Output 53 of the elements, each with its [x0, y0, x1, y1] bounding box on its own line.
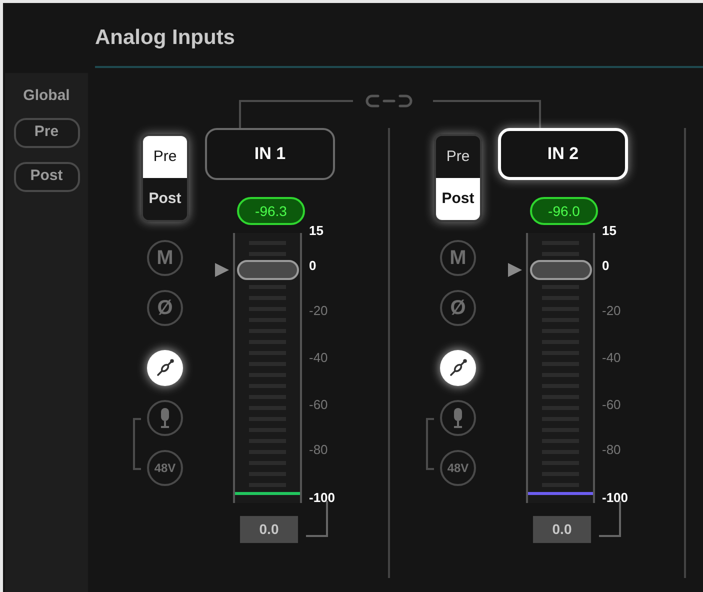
panel-title: Analog Inputs [95, 25, 236, 51]
fader-track[interactable] [526, 233, 595, 503]
fader-track[interactable] [233, 233, 302, 503]
scale-label: 15 [309, 224, 324, 238]
peak-reading: -96.0 [530, 197, 598, 225]
plug-button[interactable] [147, 350, 183, 386]
tap-toggle[interactable]: Pre Post [434, 134, 482, 222]
fader-thumb[interactable] [530, 260, 592, 280]
pointer-icon [508, 263, 522, 278]
scale-label: -60 [602, 398, 621, 412]
global-tap-button[interactable]: Post [14, 162, 80, 192]
leader-line [599, 501, 621, 537]
tap-option[interactable]: Post [436, 178, 480, 220]
scale-label: 15 [602, 224, 616, 238]
link-icon[interactable] [366, 94, 412, 108]
gain-value-field[interactable]: 0.0 [240, 516, 298, 543]
peak-reading: -96.3 [237, 197, 305, 225]
scale-label: -40 [602, 351, 621, 365]
phase-button[interactable]: Ø [147, 290, 183, 326]
channel-name-button[interactable]: IN 2 [498, 128, 628, 180]
bracket-line [133, 418, 141, 470]
mic-button[interactable] [440, 400, 476, 436]
scale-label: 0 [602, 259, 610, 273]
scale-label: -100 [309, 491, 336, 505]
plug-icon [448, 358, 468, 378]
tap-option[interactable]: Pre [143, 136, 187, 178]
pointer-icon [215, 263, 229, 278]
fader-thumb[interactable] [237, 260, 299, 280]
tap-toggle[interactable]: Pre Post [141, 134, 189, 222]
global-tap-button[interactable]: Pre [14, 118, 80, 148]
plug-icon [155, 358, 175, 378]
mic-button[interactable] [147, 400, 183, 436]
scale-label: -100 [602, 491, 628, 505]
scale-label: 0 [309, 259, 316, 273]
scale-label: -20 [309, 304, 328, 318]
scale-label: -60 [309, 398, 328, 412]
phase-button[interactable]: Ø [440, 290, 476, 326]
channel-name-button[interactable]: IN 1 [205, 128, 335, 180]
scale-label: -40 [309, 351, 328, 365]
gain-value-field[interactable]: 0.0 [533, 516, 591, 543]
mute-button[interactable]: M [440, 240, 476, 276]
tap-option[interactable]: Pre [436, 136, 480, 178]
phantom-power-button[interactable]: 48V [147, 450, 183, 486]
plug-button[interactable] [440, 350, 476, 386]
tap-option[interactable]: Post [143, 178, 187, 220]
scale-label: -80 [309, 443, 328, 457]
leader-line [306, 501, 328, 537]
bracket-line [426, 418, 434, 470]
scale-label: -20 [602, 304, 621, 318]
scale-label: -80 [602, 443, 621, 457]
mute-button[interactable]: M [147, 240, 183, 276]
sidebar-label: Global [23, 86, 70, 106]
phantom-power-button[interactable]: 48V [440, 450, 476, 486]
